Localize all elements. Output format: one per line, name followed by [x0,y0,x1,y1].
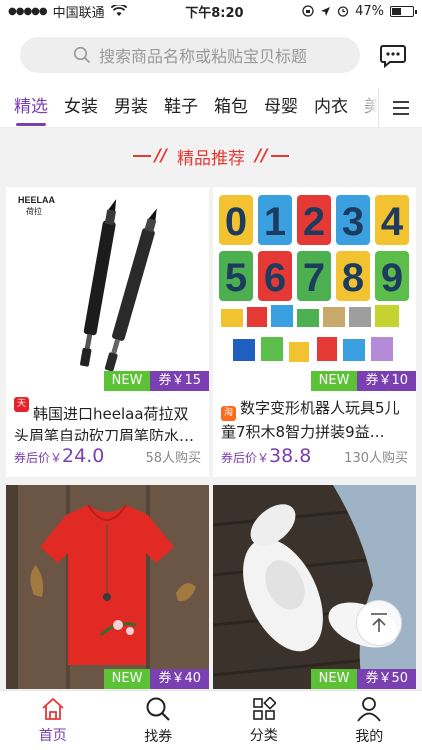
digit-label: 7 [303,256,325,300]
title-decoration-right: // [255,146,290,166]
menu-icon [392,101,409,115]
product-info: 淘数字变形机器人玩具5儿童7积木8智力拼装9益… 券后价￥38.8 130人购买 [213,391,416,477]
category-tabs: 精选 女装 男装 鞋子 箱包 母婴 内衣 美 [0,88,422,128]
product-badges: NEW 券￥50 [310,669,416,689]
search-placeholder: 搜索商品名称或粘贴宝贝标题 [98,47,307,66]
sold-count: 58人购买 [145,451,201,466]
digit-label: 0 [225,200,247,244]
product-card[interactable]: 01234 56789 NEW 券￥10 淘数字变形机器人玩具5儿童7积木8智力拼… [213,187,416,477]
location-icon [321,6,331,16]
home-icon [42,697,64,720]
new-badge: NEW [310,371,358,391]
carrier-label: 中国联通 [52,5,105,21]
product-image: NEW 券￥50 [213,485,416,689]
wifi-icon [110,5,127,16]
digit-label: 3 [342,200,364,244]
product-image: HEELAA 荷拉 NEW 券￥15 [6,187,209,391]
nav-find-coupons[interactable]: 找券 [106,691,212,750]
tab-bags[interactable]: 箱包 [214,88,248,127]
bottom-nav: 首页 找券 分类 我的 [0,690,422,750]
alarm-icon [337,6,349,17]
category-menu-button[interactable] [378,88,422,127]
new-badge: NEW [103,371,151,391]
product-price: 38.8 [269,445,312,467]
product-title: 天猫 韩国进口heelaa荷拉双头眉笔自动砍刀眉笔防水… [14,397,195,441]
rotation-lock-icon [302,5,314,17]
digit-label: 9 [381,256,403,300]
product-badges: NEW 券￥10 [310,371,416,391]
coupon-badge: 券￥50 [357,669,416,689]
tab-underwear[interactable]: 内衣 [314,88,348,127]
user-icon [357,696,381,722]
nav-home-label: 首页 [38,727,67,744]
nav-home[interactable]: 首页 [0,691,106,750]
product-info: 天猫 韩国进口heelaa荷拉双头眉笔自动砍刀眉笔防水… 券后价￥24.0 58人… [6,391,209,477]
section-title-text: 精品推荐 [177,148,245,169]
price-label: 券后价￥ [221,451,270,465]
tabs-fade [354,88,378,127]
arrow-up-icon [371,613,387,632]
product-price: 24.0 [62,445,105,467]
brand-text: HEELAA [18,195,56,205]
product-title: 淘数字变形机器人玩具5儿童7积木8智力拼装9益… [221,399,400,441]
product-image: NEW 券￥40 [6,485,209,689]
battery-percent: 47% [355,3,384,19]
section-title: // 精品推荐 // [0,138,422,174]
search-input[interactable]: 搜索商品名称或粘贴宝贝标题 [20,37,360,73]
nav-me-label: 我的 [355,728,384,745]
search-icon [73,46,91,64]
product-card[interactable]: NEW 券￥50 [213,485,416,689]
nav-me[interactable]: 我的 [317,691,422,750]
message-icon [380,45,406,69]
brand-subtext: 荷拉 [26,206,42,216]
tab-women[interactable]: 女装 [64,88,98,127]
nav-category[interactable]: 分类 [211,691,317,750]
category-icon [252,696,276,720]
tab-baby[interactable]: 母婴 [264,88,298,127]
sold-count: 130人购买 [344,451,408,466]
digit-label: 8 [342,256,364,300]
title-decoration-left: // [132,146,167,166]
message-button[interactable] [376,38,410,72]
product-badges: NEW 券￥15 [103,371,209,391]
digit-label: 6 [264,256,286,300]
coupon-badge: 券￥40 [150,669,209,689]
nav-category-label: 分类 [249,727,278,744]
digit-label: 2 [303,200,325,244]
tab-shoes[interactable]: 鞋子 [164,88,198,127]
tab-men[interactable]: 男装 [114,88,148,127]
digit-label: 1 [264,200,286,244]
product-image: 01234 56789 NEW 券￥10 [213,187,416,391]
tmall-icon: 天猫 [14,397,29,424]
battery-icon [390,5,417,17]
new-badge: NEW [103,669,151,689]
nav-find-coupons-label: 找券 [144,728,173,745]
product-card[interactable]: HEELAA 荷拉 NEW 券￥15 天猫 韩国进口heelaa荷拉双头眉笔自动… [6,187,209,477]
status-time: 下午8:20 [185,5,244,21]
coupon-badge: 券￥15 [150,371,209,391]
signal-icon: ●●●●● [8,5,48,17]
product-card[interactable]: NEW 券￥40 [6,485,209,689]
scroll-to-top-button[interactable] [356,600,402,646]
price-label: 券后价￥ [14,451,63,465]
taobao-icon: 淘 [221,406,236,421]
status-bar: ●●●●● 中国联通 下午8:20 47% [0,0,422,22]
digit-label: 4 [381,200,404,244]
new-badge: NEW [310,669,358,689]
digit-label: 5 [225,256,247,300]
coupon-badge: 券￥10 [357,371,416,391]
header: 搜索商品名称或粘贴宝贝标题 [0,22,422,88]
product-badges: NEW 券￥40 [103,669,209,689]
tab-featured[interactable]: 精选 [14,88,48,127]
search-icon [146,697,171,721]
